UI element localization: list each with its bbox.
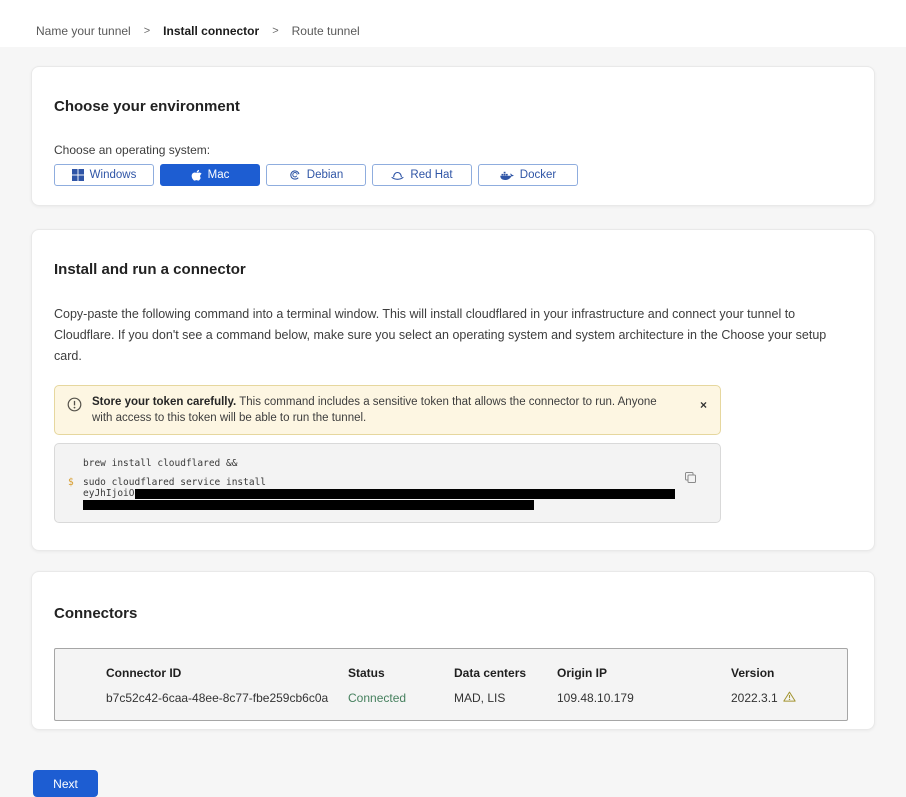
redacted-token-bar-2 [83, 500, 534, 510]
version-value: 2022.3.1 [731, 691, 778, 705]
install-card: Install and run a connector Copy-paste t… [31, 229, 875, 551]
os-select-label: Choose an operating system: [54, 143, 852, 157]
token-warning-text: Store your token carefully. This command… [92, 394, 680, 426]
os-button-row: Windows Mac Debian [54, 164, 852, 186]
os-button-label: Mac [208, 169, 230, 181]
docker-icon [500, 170, 514, 180]
alert-circle-icon [67, 397, 82, 426]
code-line-token-2 [83, 499, 692, 510]
breadcrumb-separator: > [144, 25, 150, 37]
close-icon[interactable]: × [700, 399, 707, 411]
code-line-token: eyJhIjoiO [83, 488, 692, 499]
os-button-windows[interactable]: Windows [54, 164, 154, 186]
breadcrumb-install-connector[interactable]: Install connector [163, 24, 259, 38]
page-content: Choose your environment Choose an operat… [0, 47, 906, 797]
table-header-row: Connector ID Status Data centers Origin … [106, 666, 847, 680]
token-prefix: eyJhIjoiO [83, 488, 134, 499]
install-description: Copy-paste the following command into a … [54, 304, 849, 367]
next-button[interactable]: Next [33, 770, 98, 797]
os-button-debian[interactable]: Debian [266, 164, 366, 186]
os-button-mac[interactable]: Mac [160, 164, 260, 186]
environment-card: Choose your environment Choose an operat… [31, 66, 875, 206]
data-centers-value: MAD, LIS [454, 691, 557, 705]
column-header-status: Status [348, 666, 454, 680]
origin-ip-value: 109.48.10.179 [557, 691, 731, 705]
breadcrumb-bar: Name your tunnel > Install connector > R… [0, 0, 906, 47]
warning-triangle-icon [783, 691, 796, 705]
breadcrumb: Name your tunnel > Install connector > R… [36, 24, 360, 38]
code-sudo-text: sudo cloudflared service install [83, 477, 266, 488]
apple-icon [191, 169, 202, 182]
environment-card-title: Choose your environment [54, 98, 852, 115]
token-warning-title: Store your token carefully. [92, 396, 236, 408]
copy-icon[interactable] [684, 471, 697, 484]
windows-icon [72, 169, 84, 181]
os-button-label: Debian [307, 169, 343, 181]
debian-icon [289, 169, 301, 181]
status-badge: Connected [348, 691, 454, 705]
breadcrumb-separator: > [272, 25, 278, 37]
code-line-brew: brew install cloudflared && [83, 458, 692, 469]
connector-id-value: b7c52c42-6caa-48ee-8c77-fbe259cb6c0a [106, 691, 348, 705]
os-button-label: Docker [520, 169, 556, 181]
connectors-card-title: Connectors [54, 605, 852, 622]
os-button-label: Windows [90, 169, 137, 181]
connectors-table: Connector ID Status Data centers Origin … [54, 648, 848, 721]
column-header-origin-ip: Origin IP [557, 666, 731, 680]
redhat-icon [391, 170, 404, 181]
code-line-sudo: $ sudo cloudflared service install [83, 477, 692, 488]
column-header-version: Version [731, 666, 847, 680]
install-command-codeblock: brew install cloudflared && $ sudo cloud… [54, 443, 721, 523]
column-header-connector-id: Connector ID [106, 666, 348, 680]
column-header-data-centers: Data centers [454, 666, 557, 680]
version-cell: 2022.3.1 [731, 691, 847, 705]
shell-prompt: $ [68, 477, 74, 488]
install-card-title: Install and run a connector [54, 261, 852, 278]
connectors-card: Connectors Connector ID Status Data cent… [31, 571, 875, 730]
table-row: b7c52c42-6caa-48ee-8c77-fbe259cb6c0a Con… [106, 691, 847, 705]
os-button-label: Red Hat [410, 169, 452, 181]
breadcrumb-name-your-tunnel[interactable]: Name your tunnel [36, 24, 131, 38]
os-button-docker[interactable]: Docker [478, 164, 578, 186]
os-button-redhat[interactable]: Red Hat [372, 164, 472, 186]
redacted-token-bar-1 [135, 489, 675, 499]
token-warning-banner: Store your token carefully. This command… [54, 385, 721, 435]
breadcrumb-route-tunnel[interactable]: Route tunnel [292, 24, 360, 38]
